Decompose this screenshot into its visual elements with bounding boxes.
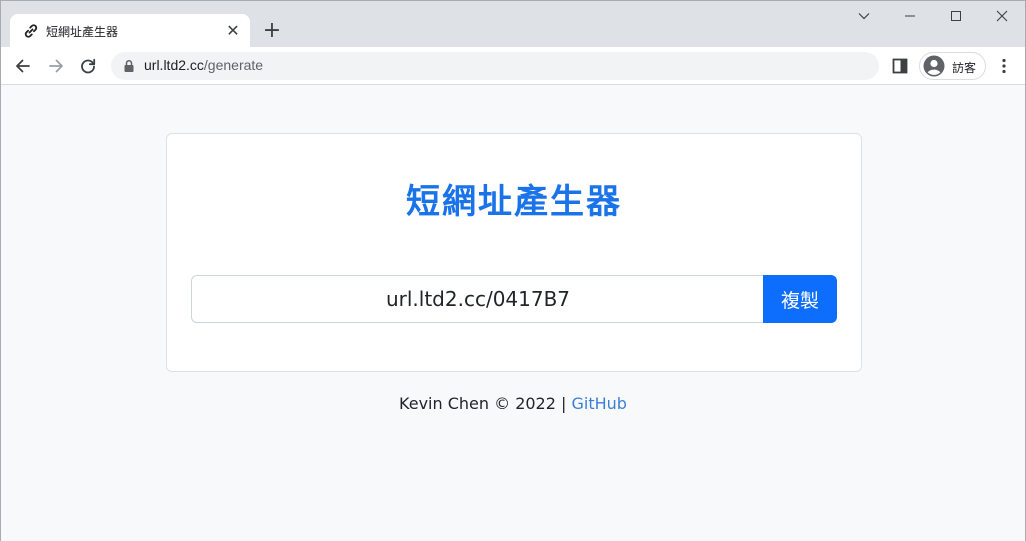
browser-window: 短網址產生器 ✕ + url.ltd2.cc/generate 訪客 短網址產生…	[0, 0, 1026, 541]
copy-button[interactable]: 複製	[763, 275, 837, 323]
footer-credit: Kevin Chen © 2022 |	[399, 394, 567, 413]
browser-tab[interactable]: 短網址產生器 ✕	[10, 14, 250, 48]
address-bar[interactable]: url.ltd2.cc/generate	[111, 52, 879, 80]
close-window-button[interactable]	[979, 1, 1025, 31]
generator-card: 短網址產生器 複製	[166, 133, 862, 372]
tab-strip: 短網址產生器 ✕ +	[1, 1, 1025, 48]
profile-label: 訪客	[952, 61, 977, 75]
maximize-icon	[951, 11, 961, 21]
short-url-field[interactable]	[191, 275, 764, 323]
address-bar-url: url.ltd2.cc/generate	[144, 57, 263, 73]
minimize-button[interactable]	[887, 1, 933, 31]
short-url-input-group: 複製	[191, 275, 837, 323]
tab-title: 短網址產生器	[46, 25, 119, 39]
forward-button[interactable]	[42, 52, 70, 80]
side-panel-button[interactable]	[890, 56, 910, 76]
github-link[interactable]: GitHub	[571, 394, 626, 413]
back-button[interactable]	[9, 52, 37, 80]
page-content: 短網址產生器 複製 Kevin Chen © 2022 | GitHub	[1, 85, 1025, 541]
avatar-icon	[923, 55, 945, 77]
browser-menu-button[interactable]	[994, 56, 1014, 76]
tab-search-button[interactable]	[841, 1, 887, 31]
maximize-button[interactable]	[933, 1, 979, 31]
arrow-right-icon	[49, 59, 63, 73]
page-title: 短網址產生器	[406, 182, 622, 222]
close-icon	[996, 10, 1008, 22]
url-host: url.ltd2.cc	[144, 57, 204, 73]
url-path: /generate	[203, 57, 264, 73]
minimize-icon	[905, 15, 915, 17]
lock-icon	[124, 59, 134, 72]
tab-close-icon[interactable]: ✕	[224, 22, 242, 40]
kebab-menu-icon	[1002, 58, 1006, 74]
reload-button[interactable]	[74, 52, 102, 80]
profile-button[interactable]: 訪客	[919, 52, 986, 80]
footer: Kevin Chen © 2022 | GitHub	[1, 393, 1025, 415]
new-tab-button[interactable]: +	[259, 18, 285, 44]
reload-icon	[81, 58, 96, 74]
browser-toolbar: url.ltd2.cc/generate 訪客	[1, 47, 1025, 85]
arrow-left-icon	[16, 59, 30, 73]
link-icon	[22, 22, 40, 40]
chevron-down-icon	[858, 13, 870, 20]
side-panel-icon	[892, 58, 908, 74]
